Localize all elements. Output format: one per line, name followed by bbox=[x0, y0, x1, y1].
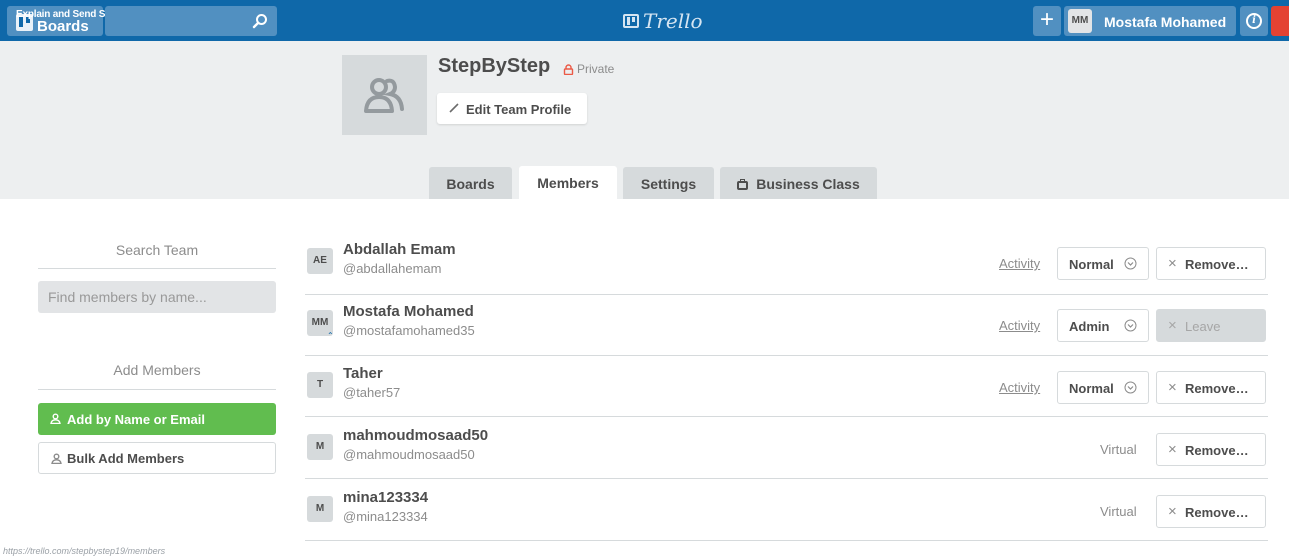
member-row: M mina123334 @mina123334 Virtual × Remov… bbox=[305, 484, 1268, 546]
search-icon[interactable] bbox=[252, 13, 268, 29]
person-icon bbox=[51, 453, 62, 464]
member-handle: @taher57 bbox=[343, 385, 401, 400]
member-activity-link[interactable]: Activity bbox=[999, 256, 1040, 271]
briefcase-icon bbox=[737, 179, 749, 190]
edit-team-profile-label: Edit Team Profile bbox=[466, 102, 572, 117]
member-handle: @mina123334 bbox=[343, 509, 428, 524]
status-bar-url: https://trello.com/stepbystep19/members bbox=[3, 546, 166, 556]
remove-member-button[interactable]: × Remove… bbox=[1156, 495, 1266, 528]
member-activity-link[interactable]: Activity bbox=[999, 380, 1040, 395]
user-avatar: MM bbox=[1068, 9, 1092, 33]
notifications-button[interactable] bbox=[1271, 6, 1289, 36]
search-team-heading: Search Team bbox=[115, 242, 199, 258]
close-icon: × bbox=[1168, 503, 1177, 520]
tab-boards[interactable]: Boards bbox=[429, 167, 512, 199]
sidebar-divider bbox=[38, 389, 276, 390]
remove-member-button[interactable]: × Remove… bbox=[1156, 433, 1266, 466]
user-name: Mostafa Mohamed bbox=[1104, 14, 1227, 30]
chevron-down-icon bbox=[1124, 257, 1137, 270]
remove-member-button[interactable]: × Remove… bbox=[1156, 247, 1266, 280]
sidebar-divider bbox=[38, 268, 276, 269]
team-name: StepByStep bbox=[438, 55, 551, 77]
edit-team-profile-button[interactable]: Edit Team Profile bbox=[437, 93, 587, 124]
close-icon: × bbox=[1168, 379, 1177, 396]
close-icon: × bbox=[1168, 317, 1177, 334]
user-menu-button[interactable]: MM Mostafa Mohamed bbox=[1064, 6, 1236, 36]
member-row: T Taher @taher57 Activity Normal × Remov… bbox=[305, 360, 1268, 422]
lock-icon bbox=[563, 63, 574, 75]
row-divider bbox=[305, 355, 1268, 356]
find-members-input[interactable] bbox=[38, 281, 276, 313]
member-name[interactable]: Mostafa Mohamed bbox=[343, 303, 474, 320]
tab-business-class[interactable]: Business Class bbox=[720, 167, 877, 199]
member-name[interactable]: mina123334 bbox=[343, 489, 428, 506]
team-visibility[interactable]: Private bbox=[563, 62, 614, 76]
close-icon: × bbox=[1168, 441, 1177, 458]
member-role-button[interactable]: Normal bbox=[1057, 247, 1149, 280]
info-button[interactable]: i bbox=[1240, 6, 1268, 36]
leave-team-button[interactable]: × Leave bbox=[1156, 309, 1266, 342]
add-members-heading: Add Members bbox=[113, 362, 201, 378]
virtual-member-badge: Virtual bbox=[1100, 442, 1137, 457]
tab-settings[interactable]: Settings bbox=[623, 167, 714, 199]
remove-member-label: Remove… bbox=[1185, 443, 1249, 458]
member-handle: @mostafamohamed35 bbox=[343, 323, 475, 338]
member-row: M mahmoudmosaad50 @mahmoudmosaad50 Virtu… bbox=[305, 422, 1268, 484]
row-divider bbox=[305, 540, 1268, 541]
member-avatar[interactable]: AE bbox=[307, 248, 333, 274]
bulk-add-members-label: Bulk Add Members bbox=[67, 451, 185, 466]
trello-logo-icon bbox=[623, 14, 639, 28]
add-by-name-or-email-button[interactable]: Add by Name or Email bbox=[38, 403, 276, 435]
member-row: MM ⌃ Mostafa Mohamed @mostafamohamed35 A… bbox=[305, 298, 1268, 360]
chevron-down-icon bbox=[1124, 319, 1137, 332]
member-role-label: Normal bbox=[1069, 257, 1114, 272]
remove-member-label: Remove… bbox=[1185, 505, 1249, 520]
row-divider bbox=[305, 294, 1268, 295]
member-role-label: Admin bbox=[1069, 319, 1110, 334]
pencil-icon bbox=[449, 103, 459, 113]
create-button[interactable]: + bbox=[1033, 6, 1061, 36]
person-icon bbox=[50, 413, 61, 424]
member-name[interactable]: Taher bbox=[343, 365, 383, 382]
admin-chevron-icon: ⌃ bbox=[327, 331, 334, 340]
header-search-box[interactable] bbox=[105, 6, 277, 36]
row-divider bbox=[305, 478, 1268, 479]
boards-label: Boards bbox=[37, 18, 89, 35]
remove-member-label: Remove… bbox=[1185, 381, 1249, 396]
member-activity-link[interactable]: Activity bbox=[999, 318, 1040, 333]
tab-business-class-label: Business Class bbox=[756, 176, 860, 192]
member-avatar[interactable]: M bbox=[307, 434, 333, 460]
trello-logo-text: Trello bbox=[643, 9, 703, 33]
tab-members[interactable]: Members bbox=[519, 166, 617, 200]
row-divider bbox=[305, 416, 1268, 417]
trello-team-page: Boards Explain and Send Screenshots Trel… bbox=[0, 0, 1289, 560]
team-members-icon bbox=[364, 78, 404, 113]
member-avatar[interactable]: T bbox=[307, 372, 333, 398]
info-icon: i bbox=[1246, 13, 1262, 29]
member-role-button[interactable]: Admin bbox=[1057, 309, 1149, 342]
member-row: AE Abdallah Emam @abdallahemam Activity … bbox=[305, 236, 1268, 298]
leave-team-label: Leave bbox=[1185, 319, 1221, 334]
remove-member-button[interactable]: × Remove… bbox=[1156, 371, 1266, 404]
member-role-button[interactable]: Normal bbox=[1057, 371, 1149, 404]
member-role-label: Normal bbox=[1069, 381, 1114, 396]
bulk-add-members-button[interactable]: Bulk Add Members bbox=[38, 442, 276, 474]
add-by-name-or-email-label: Add by Name or Email bbox=[67, 412, 205, 427]
virtual-member-badge: Virtual bbox=[1100, 504, 1137, 519]
member-name[interactable]: mahmoudmosaad50 bbox=[343, 427, 488, 444]
remove-member-label: Remove… bbox=[1185, 257, 1249, 272]
member-name[interactable]: Abdallah Emam bbox=[343, 241, 456, 258]
visibility-label: Private bbox=[577, 62, 615, 76]
member-handle: @mahmoudmosaad50 bbox=[343, 447, 475, 462]
top-header: Boards Explain and Send Screenshots Trel… bbox=[0, 0, 1289, 41]
member-handle: @abdallahemam bbox=[343, 261, 442, 276]
chevron-down-icon bbox=[1124, 381, 1137, 394]
team-avatar bbox=[342, 55, 427, 135]
close-icon: × bbox=[1168, 255, 1177, 272]
member-avatar[interactable]: M bbox=[307, 496, 333, 522]
trello-logo[interactable]: Trello bbox=[623, 9, 703, 33]
